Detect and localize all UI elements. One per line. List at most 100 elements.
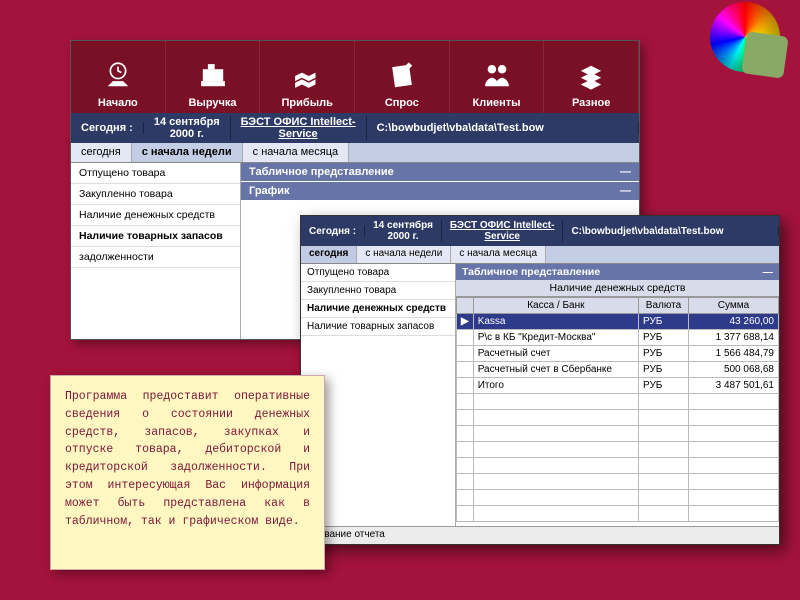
tab-month[interactable]: с начала месяца bbox=[243, 143, 350, 162]
row-marker bbox=[457, 490, 474, 506]
status-date: 14 сентября 2000 г. bbox=[365, 220, 442, 242]
col-account[interactable]: Касса / Банк bbox=[473, 298, 638, 314]
today-label: Сегодня : bbox=[301, 226, 365, 237]
sidebar-item[interactable]: задолженности bbox=[71, 247, 240, 268]
tab-week[interactable]: с начала недели bbox=[132, 143, 243, 162]
toolbar-label: Начало bbox=[98, 97, 138, 109]
cell-currency bbox=[639, 410, 689, 426]
cell-account: Итого bbox=[473, 378, 638, 394]
tab-today[interactable]: сегодня bbox=[301, 246, 357, 263]
table-row[interactable] bbox=[457, 474, 779, 490]
row-marker bbox=[457, 506, 474, 522]
row-marker bbox=[457, 330, 474, 346]
sidebar-item[interactable]: Наличие товарных запасов bbox=[71, 226, 240, 247]
table-row[interactable] bbox=[457, 458, 779, 474]
cell-account bbox=[473, 506, 638, 522]
status-product[interactable]: БЭСТ ОФИС Intellect- Service bbox=[231, 116, 367, 140]
note-icon bbox=[385, 59, 419, 93]
col-sum[interactable]: Сумма bbox=[689, 298, 779, 314]
pane-header-chart[interactable]: График — bbox=[241, 182, 639, 201]
cell-sum bbox=[689, 426, 779, 442]
sidebar-item[interactable]: Отпущено товара bbox=[301, 264, 455, 282]
cell-account bbox=[473, 474, 638, 490]
toolbar-start[interactable]: Начало bbox=[71, 41, 166, 113]
cell-sum bbox=[689, 474, 779, 490]
cell-account bbox=[473, 426, 638, 442]
toolbar-clients[interactable]: Клиенты bbox=[450, 41, 545, 113]
table-row[interactable]: Расчетный счетРУБ1 566 484,79 bbox=[457, 346, 779, 362]
note-text: Программа предоставит оперативные сведен… bbox=[65, 390, 310, 528]
register-icon bbox=[196, 59, 230, 93]
cell-account: Расчетный счет в Сбербанке bbox=[473, 362, 638, 378]
cell-account: Kassa bbox=[473, 314, 638, 330]
status-date: 14 сентября 2000 г. bbox=[144, 116, 231, 140]
table-row[interactable] bbox=[457, 410, 779, 426]
brand-logo bbox=[710, 2, 780, 72]
toolbar-profit[interactable]: Прибыль bbox=[260, 41, 355, 113]
col-currency[interactable]: Валюта bbox=[639, 298, 689, 314]
cell-account bbox=[473, 490, 638, 506]
cash-table[interactable]: Касса / Банк Валюта Сумма ▶KassaРУБ43 26… bbox=[456, 297, 779, 522]
sidebar-item[interactable]: Закупленно товара bbox=[71, 184, 240, 205]
status-product[interactable]: БЭСТ ОФИС Intellect- Service bbox=[442, 220, 564, 242]
cell-currency bbox=[639, 506, 689, 522]
table-pane: Табличное представление — Наличие денежн… bbox=[456, 264, 779, 526]
cell-account: Расчетный счет bbox=[473, 346, 638, 362]
tab-month[interactable]: с начала месяца bbox=[451, 246, 546, 263]
tab-today[interactable]: сегодня bbox=[71, 143, 132, 162]
report-name-footer: Название отчета bbox=[301, 526, 779, 544]
main-toolbar: Начало Выручка Прибыль Спрос Клиенты Раз… bbox=[71, 41, 639, 113]
collapse-icon[interactable]: — bbox=[620, 166, 631, 178]
toolbar-misc[interactable]: Разное bbox=[544, 41, 639, 113]
pane-header-table[interactable]: Табличное представление — bbox=[241, 163, 639, 182]
collapse-icon[interactable]: — bbox=[620, 185, 631, 197]
table-row[interactable]: Р\с в КБ "Кредит-Москва"РУБ1 377 688,14 bbox=[457, 330, 779, 346]
tab-week[interactable]: с начала недели bbox=[357, 246, 451, 263]
product-line1: БЭСТ ОФИС Intellect- bbox=[450, 220, 555, 231]
cell-sum: 1 377 688,14 bbox=[689, 330, 779, 346]
books-icon bbox=[290, 59, 324, 93]
people-icon bbox=[480, 59, 514, 93]
table-row[interactable]: Расчетный счет в СбербанкеРУБ500 068,68 bbox=[457, 362, 779, 378]
status-path: C:\bowbudjet\vba\data\Test.bow bbox=[367, 122, 639, 134]
table-row[interactable] bbox=[457, 506, 779, 522]
cell-sum bbox=[689, 442, 779, 458]
cell-sum bbox=[689, 490, 779, 506]
cell-sum: 1 566 484,79 bbox=[689, 346, 779, 362]
sidebar-item[interactable]: Отпущено товара bbox=[71, 163, 240, 184]
pane-header-label: Табличное представление bbox=[249, 166, 394, 178]
sidebar-item[interactable]: Наличие денежных средств bbox=[301, 300, 455, 318]
table-row[interactable]: ИтогоРУБ3 487 501,61 bbox=[457, 378, 779, 394]
pane-header-label: График bbox=[249, 185, 290, 197]
sidebar-item[interactable]: Наличие товарных запасов bbox=[301, 318, 455, 336]
row-marker bbox=[457, 378, 474, 394]
table-row[interactable] bbox=[457, 442, 779, 458]
sidebar-main: Отпущено товара Закупленно товара Наличи… bbox=[71, 163, 241, 339]
row-marker bbox=[457, 442, 474, 458]
date-line1: 14 сентября bbox=[373, 220, 433, 231]
row-marker bbox=[457, 474, 474, 490]
cell-currency bbox=[639, 394, 689, 410]
toolbar-label: Клиенты bbox=[473, 97, 521, 109]
table-row[interactable] bbox=[457, 426, 779, 442]
col-marker bbox=[457, 298, 474, 314]
today-label: Сегодня : bbox=[71, 122, 144, 134]
table-row[interactable]: ▶KassaРУБ43 260,00 bbox=[457, 314, 779, 330]
product-line2: Service bbox=[241, 128, 356, 140]
collapse-icon[interactable]: — bbox=[763, 266, 774, 278]
cell-currency: РУБ bbox=[639, 314, 689, 330]
sidebar-item[interactable]: Закупленно товара bbox=[301, 282, 455, 300]
toolbar-revenue[interactable]: Выручка bbox=[166, 41, 261, 113]
cell-account bbox=[473, 394, 638, 410]
table-pane-header[interactable]: Табличное представление — bbox=[456, 264, 779, 280]
cell-sum bbox=[689, 458, 779, 474]
sidebar-item[interactable]: Наличие денежных средств bbox=[71, 205, 240, 226]
table-row[interactable] bbox=[457, 394, 779, 410]
cell-account bbox=[473, 458, 638, 474]
toolbar-demand[interactable]: Спрос bbox=[355, 41, 450, 113]
date-line2: 2000 г. bbox=[373, 231, 433, 242]
table-row[interactable] bbox=[457, 490, 779, 506]
cell-currency: РУБ bbox=[639, 362, 689, 378]
cell-currency bbox=[639, 442, 689, 458]
cell-sum: 3 487 501,61 bbox=[689, 378, 779, 394]
